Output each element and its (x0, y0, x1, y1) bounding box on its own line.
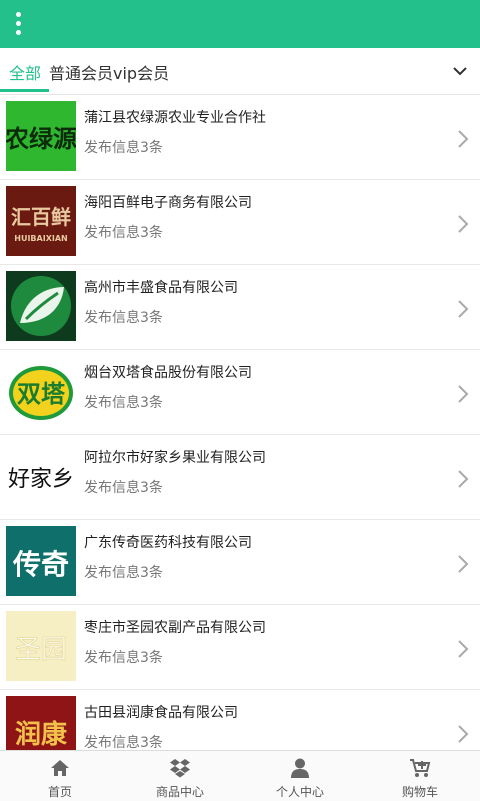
chevron-right-icon (458, 385, 469, 403)
cart-icon (410, 759, 431, 777)
company-logo: 双塔 (6, 356, 76, 426)
list-item[interactable]: 双塔 烟台双塔食品股份有限公司 发布信息3条 (0, 350, 480, 435)
company-name: 广东传奇医药科技有限公司 (84, 535, 252, 551)
tab-all[interactable]: 全部 (9, 60, 41, 84)
svg-text:汇百鲜: 汇百鲜 (11, 205, 71, 229)
tab-vip-member[interactable]: vip会员 (113, 60, 169, 84)
company-name: 高州市丰盛食品有限公司 (84, 280, 238, 296)
company-logo: 润康 (6, 696, 76, 750)
chevron-right-icon (458, 555, 469, 573)
nav-home-label: 首页 (47, 785, 72, 799)
list-item[interactable]: 圣园 枣庄市圣园农副产品有限公司 发布信息3条 (0, 605, 480, 690)
more-vertical-icon[interactable] (12, 12, 26, 36)
nav-profile[interactable]: 个人中心 (240, 751, 360, 801)
post-count: 发布信息3条 (84, 735, 163, 750)
chevron-right-icon (458, 130, 469, 148)
svg-text:好家乡: 好家乡 (8, 467, 74, 492)
company-logo: 圣园 (6, 611, 76, 681)
member-tabs: 全部 普通会员 vip会员 (0, 48, 480, 95)
home-icon (51, 760, 69, 776)
bottom-navigation: 首页 商品中心 个人中心 购物车 (0, 750, 480, 801)
post-count: 发布信息3条 (84, 650, 163, 666)
company-logo: 农绿源 (6, 101, 76, 171)
company-list: 农绿源 蒲江县农绿源农业专业合作社 发布信息3条 汇百鲜 HUIBAIXIAN … (0, 95, 480, 750)
nav-cart[interactable]: 购物车 (360, 751, 480, 801)
company-name: 烟台双塔食品股份有限公司 (84, 365, 252, 381)
nav-products[interactable]: 商品中心 (120, 751, 240, 801)
company-logo: 汇百鲜 HUIBAIXIAN (6, 186, 76, 256)
chevron-right-icon (458, 640, 469, 658)
company-name: 海阳百鲜电子商务有限公司 (84, 195, 252, 211)
post-count: 发布信息3条 (84, 480, 163, 496)
company-logo (6, 271, 76, 341)
list-item[interactable]: 高州市丰盛食品有限公司 发布信息3条 (0, 265, 480, 350)
company-name: 阿拉尔市好家乡果业有限公司 (84, 450, 266, 466)
svg-text:农绿源: 农绿源 (6, 125, 76, 153)
list-item[interactable]: 农绿源 蒲江县农绿源农业专业合作社 发布信息3条 (0, 95, 480, 180)
svg-text:润康: 润康 (15, 719, 68, 750)
svg-text:传奇: 传奇 (12, 548, 69, 581)
list-item[interactable]: 汇百鲜 HUIBAIXIAN 海阳百鲜电子商务有限公司 发布信息3条 (0, 180, 480, 265)
chevron-down-icon[interactable] (452, 63, 468, 79)
svg-text:双塔: 双塔 (17, 380, 66, 408)
post-count: 发布信息3条 (84, 225, 163, 241)
tab-regular-member[interactable]: 普通会员 (49, 60, 113, 84)
svg-text:圣园: 圣园 (15, 635, 67, 665)
post-count: 发布信息3条 (84, 565, 163, 581)
post-count: 发布信息3条 (84, 140, 163, 156)
user-icon (291, 758, 309, 778)
chevron-right-icon (458, 725, 469, 743)
chevron-right-icon (458, 300, 469, 318)
chevron-right-icon (458, 470, 469, 488)
nav-profile-label: 个人中心 (275, 785, 324, 799)
company-name: 古田县润康食品有限公司 (84, 705, 238, 721)
post-count: 发布信息3条 (84, 395, 163, 411)
list-item[interactable]: 润康 古田县润康食品有限公司 发布信息3条 (0, 690, 480, 750)
company-logo: 好家乡 (6, 441, 76, 511)
company-name: 枣庄市圣园农副产品有限公司 (84, 620, 266, 636)
nav-home[interactable]: 首页 (0, 751, 120, 801)
company-name: 蒲江县农绿源农业专业合作社 (84, 110, 266, 126)
chevron-right-icon (458, 215, 469, 233)
top-bar (0, 0, 480, 48)
dropbox-icon (170, 759, 190, 778)
post-count: 发布信息3条 (84, 310, 163, 326)
list-item[interactable]: 传奇 广东传奇医药科技有限公司 发布信息3条 (0, 520, 480, 605)
svg-text:HUIBAIXIAN: HUIBAIXIAN (14, 234, 67, 243)
nav-cart-label: 购物车 (401, 785, 438, 799)
nav-products-label: 商品中心 (155, 785, 204, 799)
active-tab-indicator (0, 89, 49, 92)
list-item[interactable]: 好家乡 阿拉尔市好家乡果业有限公司 发布信息3条 (0, 435, 480, 520)
company-logo: 传奇 (6, 526, 76, 596)
